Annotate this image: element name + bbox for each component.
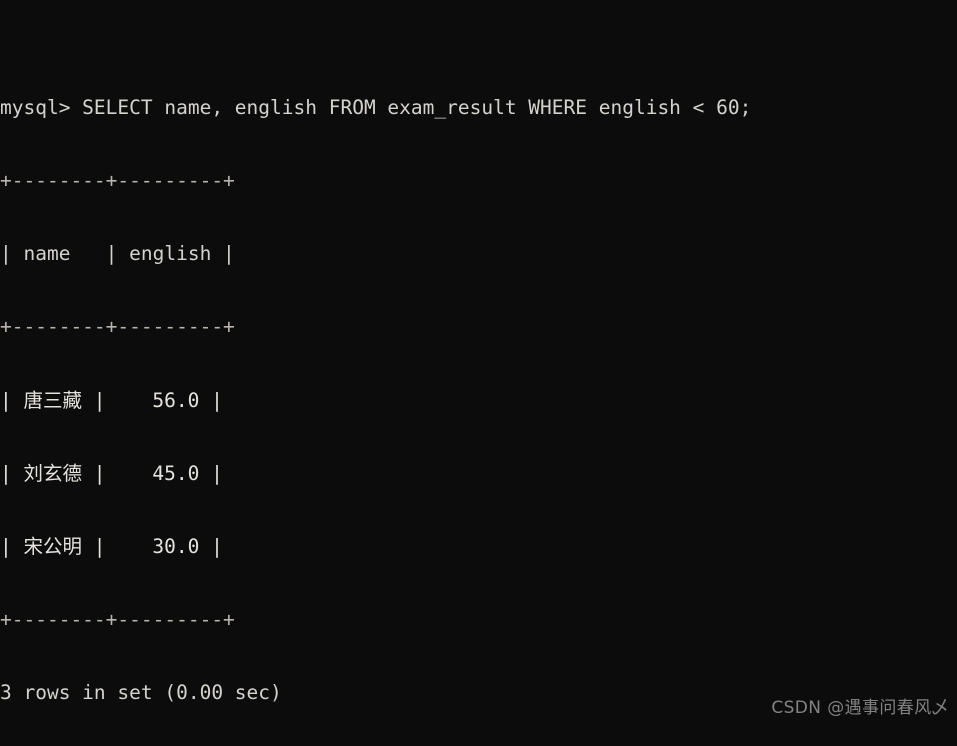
table1-top-rule: +--------+---------+ [0, 169, 235, 193]
table1-bottom-rule: +--------+---------+ [0, 607, 235, 631]
table-row: | 宋公明 | 30.0 | [0, 534, 223, 558]
terminal-window[interactable]: mysql> SELECT name, english FROM exam_re… [0, 0, 957, 746]
csdn-watermark: CSDN @遇事问春风乄 [771, 697, 949, 718]
table-row: | 刘玄德 | 45.0 | [0, 461, 223, 485]
terminal-output: mysql> SELECT name, english FROM exam_re… [0, 0, 916, 746]
table1-header-row: | name | english | [0, 242, 235, 266]
table-row: | 唐三藏 | 56.0 | [0, 388, 223, 412]
table1-header-rule: +--------+---------+ [0, 315, 235, 339]
command-line-1: mysql> SELECT name, english FROM exam_re… [0, 96, 752, 120]
